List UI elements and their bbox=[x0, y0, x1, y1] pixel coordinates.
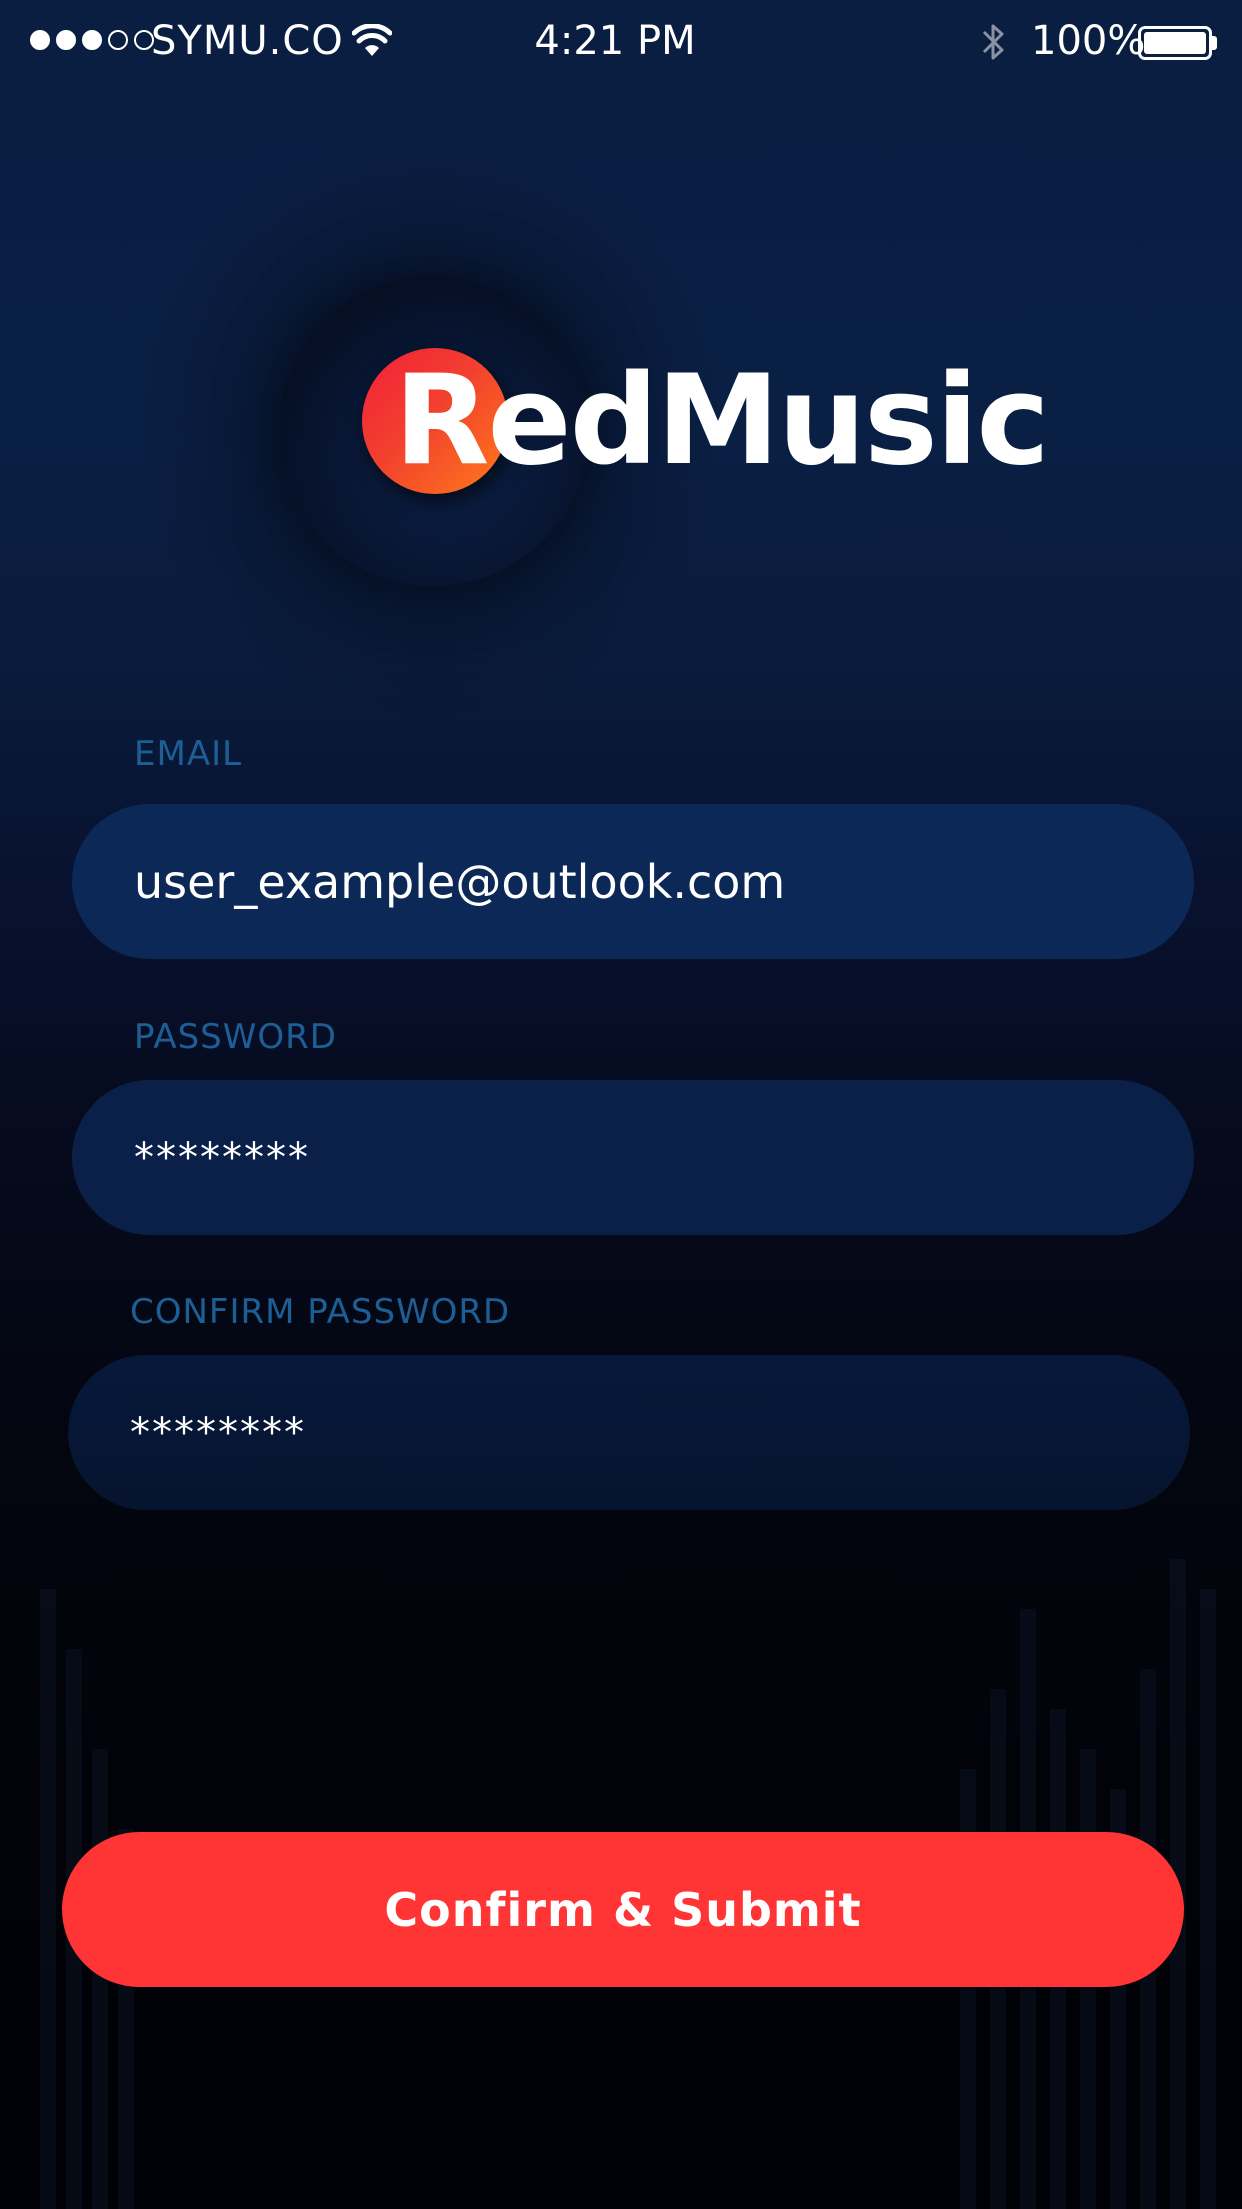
password-label: PASSWORD bbox=[134, 1017, 337, 1057]
battery-icon bbox=[1138, 26, 1212, 60]
signup-screen: SYMU.CO 4:21 PM 100% RedMusic EMAIL user… bbox=[0, 0, 1242, 2209]
status-bar: SYMU.CO 4:21 PM 100% bbox=[0, 0, 1242, 88]
confirm-password-field[interactable]: ******** bbox=[68, 1355, 1190, 1510]
email-value: user_example@outlook.com bbox=[134, 854, 786, 909]
logo-text: RedMusic bbox=[394, 349, 1050, 493]
confirm-password-value: ******** bbox=[130, 1409, 306, 1456]
password-field[interactable]: ******** bbox=[72, 1080, 1194, 1235]
bluetooth-icon bbox=[982, 24, 1004, 60]
confirm-submit-button[interactable]: Confirm & Submit bbox=[62, 1832, 1184, 1987]
battery-tip bbox=[1212, 36, 1217, 50]
submit-label: Confirm & Submit bbox=[384, 1882, 862, 1937]
confirm-password-label: CONFIRM PASSWORD bbox=[130, 1292, 511, 1332]
password-value: ******** bbox=[134, 1134, 310, 1181]
email-label: EMAIL bbox=[134, 734, 243, 774]
battery-percentage: 100% bbox=[1031, 18, 1146, 64]
email-field[interactable]: user_example@outlook.com bbox=[72, 804, 1194, 959]
